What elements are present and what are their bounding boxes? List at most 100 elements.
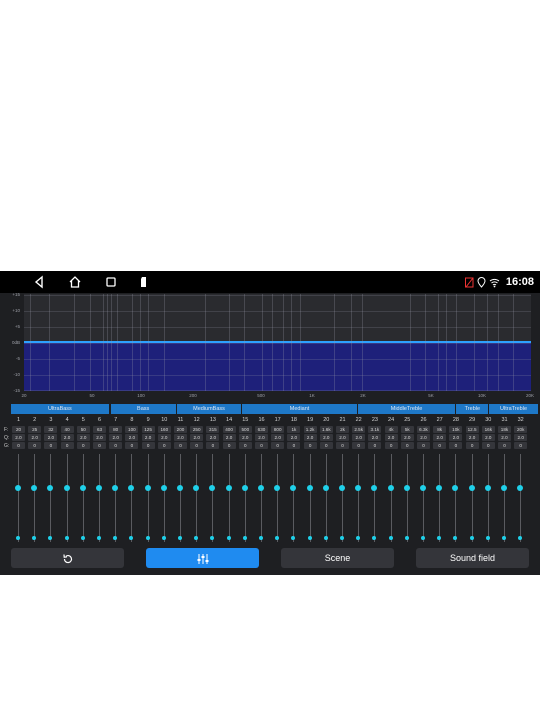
slider-knob[interactable]	[128, 485, 135, 491]
gain-cell[interactable]: 0	[368, 442, 382, 449]
band-slider[interactable]	[482, 454, 495, 542]
freq-cell[interactable]: 2k	[336, 426, 349, 433]
band-slider[interactable]	[158, 454, 171, 542]
q-cell[interactable]: 2.0	[222, 434, 236, 441]
freq-cell[interactable]: 50	[76, 426, 90, 433]
q-cell[interactable]: 2.0	[481, 434, 495, 441]
gain-cell[interactable]: 0	[352, 442, 366, 449]
q-cell[interactable]: 2.0	[417, 434, 430, 441]
q-cell[interactable]: 2.0	[514, 434, 528, 441]
freq-cell[interactable]: 1.2k	[303, 426, 317, 433]
slider-knob[interactable]	[290, 485, 297, 491]
slider-knob[interactable]	[144, 485, 151, 491]
slider-knob[interactable]	[420, 485, 426, 491]
slider-knob[interactable]	[177, 485, 183, 491]
band-slider[interactable]	[12, 454, 25, 542]
gain-cell[interactable]: 0	[417, 442, 430, 449]
freq-cell[interactable]: 40	[60, 426, 74, 433]
slider-knob[interactable]	[468, 485, 475, 491]
gain-cell[interactable]: 0	[222, 442, 236, 449]
q-cell[interactable]: 2.0	[125, 434, 139, 441]
freq-cell[interactable]: 18k	[498, 426, 511, 433]
gain-cell[interactable]: 0	[400, 442, 414, 449]
band-slider[interactable]	[271, 454, 284, 542]
slider-knob[interactable]	[339, 485, 345, 491]
freq-cell[interactable]: 12.5	[465, 426, 479, 433]
slider-knob[interactable]	[31, 485, 38, 491]
slider-knob[interactable]	[322, 485, 329, 491]
band-slider[interactable]	[304, 454, 317, 542]
gain-cell[interactable]: 0	[433, 442, 447, 449]
q-cell[interactable]: 2.0	[190, 434, 204, 441]
gain-cell[interactable]: 0	[384, 442, 398, 449]
freq-cell[interactable]: 315	[206, 426, 220, 433]
band-slider[interactable]	[239, 454, 252, 542]
freq-cell[interactable]: 20k	[514, 426, 528, 433]
q-cell[interactable]: 2.0	[76, 434, 90, 441]
band-slider[interactable]	[466, 454, 479, 542]
q-cell[interactable]: 2.0	[384, 434, 398, 441]
freq-cell[interactable]: 2.5k	[352, 426, 366, 433]
slider-knob[interactable]	[274, 485, 281, 491]
freq-cell[interactable]: 20	[12, 426, 25, 433]
sound-field-button[interactable]: Sound field	[416, 548, 529, 568]
freq-cell[interactable]: 80	[109, 426, 123, 433]
group-bass[interactable]: Bass	[110, 404, 176, 414]
slider-knob[interactable]	[517, 485, 524, 491]
gain-cell[interactable]: 0	[498, 442, 511, 449]
group-mediant[interactable]: Mediant	[242, 404, 357, 414]
slider-knob[interactable]	[63, 485, 70, 491]
freq-cell[interactable]: 400	[222, 426, 236, 433]
reset-button[interactable]	[11, 548, 124, 568]
band-slider[interactable]	[174, 454, 187, 542]
gain-cell[interactable]: 0	[255, 442, 268, 449]
gain-cell[interactable]: 0	[109, 442, 123, 449]
band-slider[interactable]	[287, 454, 300, 542]
q-cell[interactable]: 2.0	[368, 434, 382, 441]
gain-cell[interactable]: 0	[271, 442, 285, 449]
q-cell[interactable]: 2.0	[255, 434, 268, 441]
gain-cell[interactable]: 0	[125, 442, 139, 449]
freq-cell[interactable]: 32	[44, 426, 58, 433]
gain-cell[interactable]: 0	[141, 442, 155, 449]
group-mediumbass[interactable]: MediumBass	[176, 404, 242, 414]
band-slider[interactable]	[417, 454, 430, 542]
gain-cell[interactable]: 0	[60, 442, 74, 449]
q-cell[interactable]: 2.0	[433, 434, 447, 441]
freq-cell[interactable]: 10k	[449, 426, 463, 433]
band-slider[interactable]	[401, 454, 414, 542]
gain-cell[interactable]: 0	[238, 442, 252, 449]
slider-knob[interactable]	[241, 485, 248, 491]
q-cell[interactable]: 2.0	[28, 434, 42, 441]
gain-cell[interactable]: 0	[449, 442, 463, 449]
gain-cell[interactable]: 0	[206, 442, 220, 449]
band-slider[interactable]	[61, 454, 74, 542]
slider-knob[interactable]	[47, 485, 54, 491]
band-slider[interactable]	[44, 454, 57, 542]
band-slider[interactable]	[385, 454, 398, 542]
freq-cell[interactable]: 1k	[287, 426, 301, 433]
freq-cell[interactable]: 500	[238, 426, 252, 433]
q-cell[interactable]: 2.0	[352, 434, 366, 441]
gain-cell[interactable]: 0	[319, 442, 333, 449]
slider-knob[interactable]	[209, 485, 216, 491]
slider-knob[interactable]	[371, 485, 378, 491]
band-slider[interactable]	[320, 454, 333, 542]
group-ultrabass[interactable]: UltraBass	[11, 404, 109, 414]
q-cell[interactable]: 2.0	[93, 434, 106, 441]
band-slider[interactable]	[336, 454, 349, 542]
equalizer-button[interactable]	[146, 548, 259, 568]
gain-cell[interactable]: 0	[12, 442, 25, 449]
band-slider[interactable]	[142, 454, 155, 542]
group-middletreble[interactable]: MiddleTreble	[357, 404, 456, 414]
freq-cell[interactable]: 8k	[433, 426, 447, 433]
q-cell[interactable]: 2.0	[12, 434, 25, 441]
recents-button[interactable]	[103, 274, 119, 290]
home-button[interactable]	[67, 274, 83, 290]
gain-cell[interactable]: 0	[303, 442, 317, 449]
scene-button[interactable]: Scene	[281, 548, 394, 568]
group-ultratreble[interactable]: UltraTreble	[489, 404, 538, 414]
q-cell[interactable]: 2.0	[465, 434, 479, 441]
slider-knob[interactable]	[258, 485, 264, 491]
band-slider[interactable]	[206, 454, 219, 542]
